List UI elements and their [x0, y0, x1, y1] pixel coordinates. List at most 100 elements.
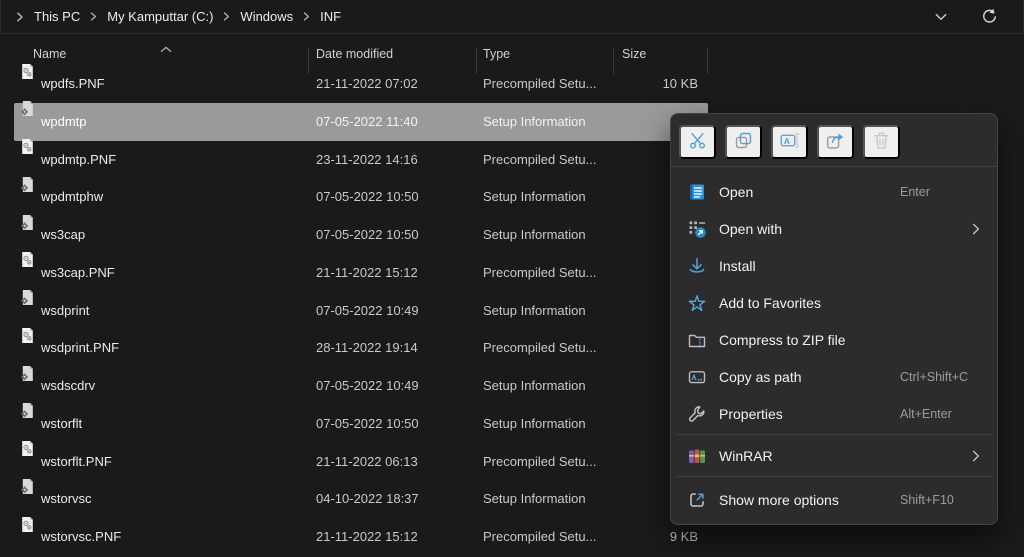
file-name: wsdprint: [41, 292, 89, 330]
menu-item-label: Properties: [719, 406, 783, 422]
crumb-sep-icon: [83, 12, 104, 21]
pnf-file-icon: [19, 57, 36, 74]
breadcrumb: This PC My Kamputtar (C:) Windows INF: [31, 7, 344, 26]
submenu-chevron-icon: [972, 223, 980, 235]
delete-button[interactable]: [863, 125, 900, 159]
pnf-file-icon: [19, 510, 36, 527]
crumb-sep-icon: [216, 12, 237, 21]
file-type: Precompiled Setu...: [483, 443, 596, 481]
file-list: wpdfs.PNF21-11-2022 07:02Precompiled Set…: [14, 65, 708, 556]
menu-item-shortcut: Shift+F10: [900, 493, 954, 507]
document-open-icon: [687, 182, 707, 202]
inf-file-icon: [19, 359, 36, 376]
menu-divider: [671, 166, 997, 167]
rename-button[interactable]: A: [771, 125, 808, 159]
file-type: Setup Information: [483, 367, 586, 405]
menu-item-label: WinRAR: [719, 448, 773, 464]
rename-icon: A: [779, 130, 800, 154]
table-row[interactable]: wsdprint07-05-2022 10:49Setup Informatio…: [14, 292, 708, 330]
column-header-size[interactable]: Size: [622, 47, 646, 61]
breadcrumb-item-windows[interactable]: Windows: [237, 7, 296, 26]
file-name: ws3cap: [41, 216, 85, 254]
trash-icon: [871, 130, 892, 154]
file-type: Setup Information: [483, 292, 586, 330]
column-header-name[interactable]: Name: [33, 47, 66, 61]
column-header-date-modified[interactable]: Date modified: [316, 47, 393, 61]
breadcrumb-item-inf[interactable]: INF: [317, 7, 344, 26]
menu-item-label: Install: [719, 258, 756, 274]
cut-button[interactable]: [679, 125, 716, 159]
winrar-icon: [687, 446, 707, 466]
file-type: Precompiled Setu...: [483, 329, 596, 367]
table-row[interactable]: wsdprint.PNF28-11-2022 19:14Precompiled …: [14, 329, 708, 367]
table-row[interactable]: wpdfs.PNF21-11-2022 07:02Precompiled Set…: [14, 65, 708, 103]
menu-item-label: Compress to ZIP file: [719, 332, 846, 348]
file-type: Setup Information: [483, 216, 586, 254]
table-row[interactable]: ws3cap07-05-2022 10:50Setup Information: [14, 216, 708, 254]
copy-button[interactable]: [725, 125, 762, 159]
refresh-button[interactable]: [977, 5, 1001, 29]
breadcrumb-root-chevron-icon[interactable]: [9, 12, 31, 22]
file-size: 10 KB: [569, 65, 698, 103]
file-date-modified: 21-11-2022 06:13: [316, 443, 418, 481]
address-bar-controls: [929, 5, 1009, 29]
breadcrumb-item-this-pc[interactable]: This PC: [31, 7, 83, 26]
menu-item-compress-zip[interactable]: Compress to ZIP file: [676, 321, 992, 358]
table-row[interactable]: ws3cap.PNF 21-11-2022 15:12 Precompiled Se…: [14, 254, 708, 292]
menu-item-install[interactable]: Install: [676, 247, 992, 284]
file-name: wstorflt: [41, 405, 82, 443]
table-row[interactable]: wstorflt07-05-2022 10:50Setup Informatio…: [14, 405, 708, 443]
table-row[interactable]: wpdmtp07-05-2022 11:40Setup Information3…: [14, 103, 708, 141]
menu-item-shortcut: Ctrl+Shift+C: [900, 370, 968, 384]
open-with-icon: [687, 219, 707, 239]
file-date-modified: 21-11-2022 15:12: [316, 254, 418, 292]
inf-file-icon: [19, 283, 36, 300]
table-row[interactable]: wpdmtp.PNF23-11-2022 14:16Precompiled Se…: [14, 141, 708, 179]
context-menu-items: OpenEnter Open with Install Add to Favorite…: [671, 169, 997, 518]
table-row[interactable]: wstorflt.PNF21-11-2022 06:13Precompiled …: [14, 443, 708, 481]
share-icon: [825, 130, 846, 154]
menu-item-label: Copy as path: [719, 369, 802, 385]
menu-item-add-favorites[interactable]: Add to Favorites: [676, 284, 992, 321]
svg-text:A: A: [784, 136, 790, 146]
menu-item-label: Open: [719, 184, 753, 200]
pnf-file-icon: [19, 132, 36, 149]
menu-item-open-with[interactable]: Open with: [676, 210, 992, 247]
address-dropdown-button[interactable]: [929, 5, 953, 29]
file-date-modified: 23-11-2022 14:16: [316, 141, 418, 179]
share-button[interactable]: [817, 125, 854, 159]
menu-divider: [676, 476, 992, 477]
copy-path-icon: [687, 367, 707, 387]
file-date-modified: 07-05-2022 10:49: [316, 367, 419, 405]
table-row[interactable]: wpdmtphw07-05-2022 10:50Setup Informatio…: [14, 178, 708, 216]
table-row[interactable]: wstorvsc.PNF21-11-2022 15:12Precompiled …: [14, 518, 708, 556]
copy-icon: [733, 130, 754, 154]
scissors-icon: [687, 130, 708, 154]
file-name: ws3cap.PNF: [41, 254, 115, 292]
menu-item-open[interactable]: OpenEnter: [676, 173, 992, 210]
file-name: wpdmtp.PNF: [41, 141, 116, 179]
column-headers: Name Date modified Type Size: [0, 34, 1024, 65]
breadcrumb-item-my-kamputtar-c[interactable]: My Kamputtar (C:): [104, 7, 216, 26]
submenu-chevron-icon: [972, 450, 980, 462]
file-name: wpdmtp: [41, 103, 87, 141]
table-row[interactable]: wstorvsc04-10-2022 18:37Setup Informatio…: [14, 480, 708, 518]
sort-ascending-icon: [160, 42, 172, 56]
column-header-type[interactable]: Type: [483, 47, 510, 61]
menu-item-show-more[interactable]: Show more optionsShift+F10: [676, 481, 992, 518]
context-menu: A OpenEnter Open with Install Add to Favori…: [670, 113, 998, 525]
menu-item-copy-as-path[interactable]: Copy as path Ctrl+Shift+C: [676, 358, 992, 395]
file-date-modified: 07-05-2022 11:40: [316, 103, 418, 141]
quick-actions-bar: A: [671, 120, 997, 164]
menu-item-label: Open with: [719, 221, 782, 237]
menu-item-properties[interactable]: PropertiesAlt+Enter: [676, 395, 992, 432]
crumb-sep-icon: [296, 12, 317, 21]
table-row[interactable]: wsdscdrv07-05-2022 10:49Setup Informatio…: [14, 367, 708, 405]
menu-item-winrar[interactable]: WinRAR: [676, 437, 992, 474]
star-icon: [687, 293, 707, 313]
file-date-modified: 07-05-2022 10:50: [316, 405, 419, 443]
pnf-file-icon: [19, 434, 36, 451]
file-type: Precompiled Setu...: [483, 254, 596, 292]
file-date-modified: 28-11-2022 19:14: [316, 329, 418, 367]
file-date-modified: 21-11-2022 15:12: [316, 518, 418, 556]
